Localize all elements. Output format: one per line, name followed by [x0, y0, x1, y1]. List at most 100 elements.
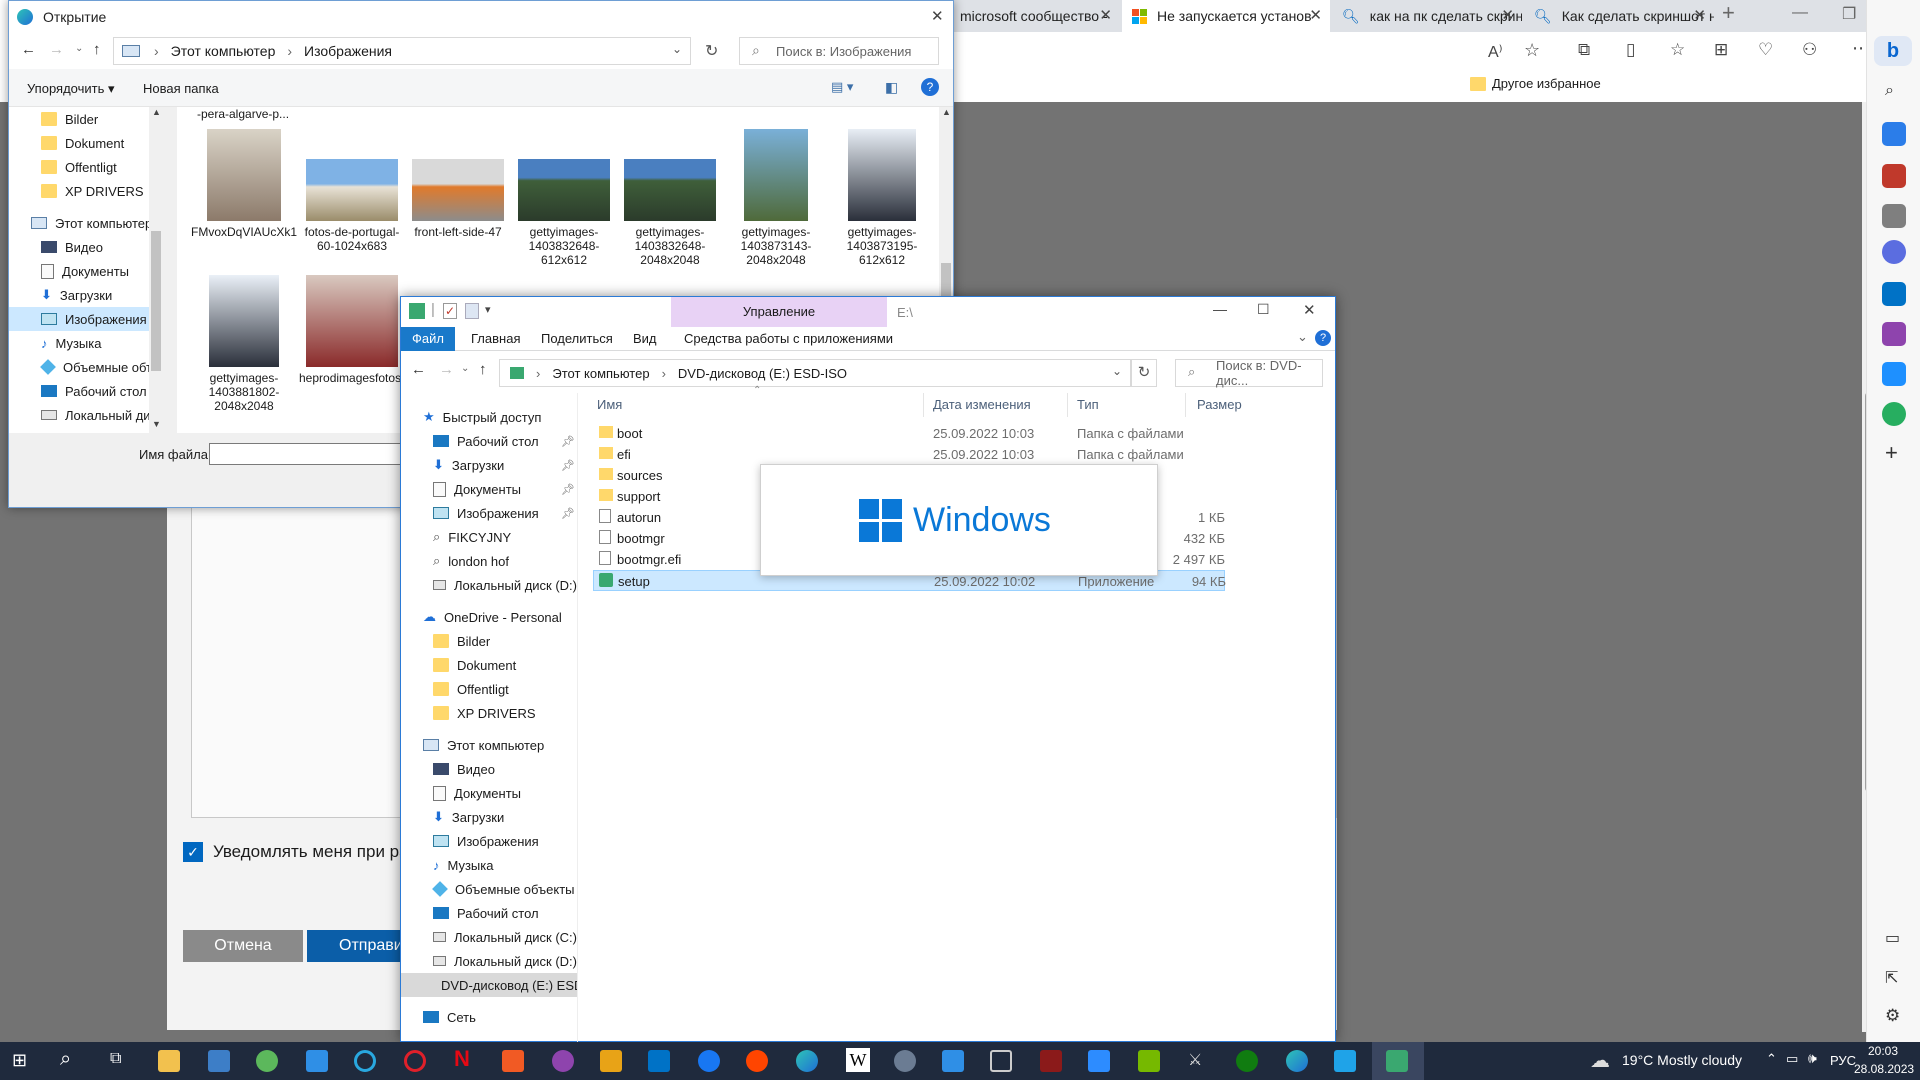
scrollbar-thumb[interactable] [151, 231, 161, 371]
tab-home[interactable]: Главная [471, 331, 520, 346]
nav-item[interactable]: Объемные объ [40, 355, 161, 379]
nav-item[interactable]: Локальный диск (D:) [433, 573, 577, 597]
thumbnail-item[interactable]: gettyimages-1403832648-612x612 [511, 129, 617, 267]
outlook-icon[interactable] [648, 1050, 670, 1072]
thumbnail-item[interactable]: front-left-side-47 [405, 129, 511, 239]
up-arrow-icon[interactable]: ↑ [479, 361, 487, 378]
microsoft-365-icon[interactable] [1882, 240, 1906, 264]
minimize-icon[interactable]: — [1792, 4, 1808, 22]
browser-tab[interactable]: 🔍︎ как на пк сделать скрин ✕ [1332, 0, 1522, 32]
utorrent-icon[interactable] [256, 1050, 278, 1072]
nvidia-icon[interactable] [1138, 1050, 1160, 1072]
sidebar-layout-icon[interactable]: ▭ [1885, 928, 1900, 948]
opera-icon[interactable] [404, 1050, 426, 1072]
column-name[interactable]: Имя [597, 397, 622, 412]
thumbnail-item[interactable]: gettyimages-1403873195-612x612 [829, 129, 935, 267]
clock-date[interactable]: 28.08.2023 [1854, 1062, 1914, 1076]
game-icon[interactable] [1040, 1050, 1062, 1072]
thumbnail-item[interactable]: fotos-de-portugal-60-1024x683 [299, 129, 405, 253]
tab-file[interactable]: Файл [401, 327, 455, 351]
wikipedia-icon[interactable]: W [846, 1048, 870, 1072]
nav-item[interactable]: Bilder [433, 629, 577, 653]
notify-checkbox-row[interactable]: ✓ Уведомлять меня при раз [183, 842, 416, 862]
photos-icon[interactable] [1334, 1050, 1356, 1072]
nav-item[interactable]: Bilder [41, 107, 161, 131]
edge-active-icon[interactable] [1286, 1050, 1308, 1072]
new-folder-icon[interactable] [465, 303, 479, 319]
new-folder-button[interactable]: Новая папка [143, 81, 219, 96]
up-arrow-icon[interactable]: ↑ [93, 41, 101, 58]
nav-item[interactable]: Локальный диск (D:) [433, 949, 577, 973]
thumbnail-item[interactable]: FMvoxDqVIAUcXk1 [191, 129, 297, 239]
nav-item[interactable]: XP DRIVERS [433, 701, 577, 725]
nav-item[interactable]: Dokument [41, 131, 161, 155]
nav-item[interactable]: Документы [433, 781, 577, 805]
chevron-down-icon[interactable]: ⌄ [1112, 364, 1122, 378]
back-arrow-icon[interactable]: ← [411, 361, 426, 378]
help-icon[interactable]: ? [921, 78, 939, 96]
calendar-icon[interactable] [306, 1050, 328, 1072]
view-options-icon[interactable]: ▤ ▾ [831, 79, 853, 95]
thumbnail-item[interactable]: heprodimagesfotos85120120725nemec1jpg [299, 275, 533, 385]
browser-tab[interactable]: microsoft сообщество - ✕ [950, 0, 1120, 32]
nav-item-selected[interactable]: Изображения [9, 307, 161, 331]
nav-item[interactable]: ⌕ london hof [433, 549, 577, 573]
outlook-icon[interactable] [1882, 282, 1906, 306]
nav-item[interactable]: Рабочий стол [41, 379, 161, 403]
app-icon[interactable] [894, 1050, 916, 1072]
read-aloud-icon[interactable]: A⁾ [1488, 42, 1503, 62]
add-icon[interactable]: + [1885, 440, 1898, 466]
pin-icon[interactable]: 📌︎ [561, 435, 575, 448]
column-size[interactable]: Размер [1197, 397, 1242, 412]
amazon-icon[interactable] [600, 1050, 622, 1072]
breadcrumb[interactable]: › Этот компьютер › DVD-дисковод (E:) ESD… [499, 359, 1131, 387]
split-screen-icon[interactable]: ▯ [1626, 40, 1635, 60]
nav-item[interactable]: Объемные объекты [432, 877, 577, 901]
nav-item[interactable]: ♪ Музыка [433, 853, 577, 877]
nav-item[interactable]: ⬇ Загрузки 📌︎ [433, 453, 577, 477]
browser-tab[interactable]: 🔍︎ Как сделать скриншот н ✕ [1524, 0, 1714, 32]
close-icon[interactable]: ✕ [1099, 6, 1112, 24]
weather-cloud-icon[interactable]: ☁ [1590, 1048, 1610, 1073]
minimize-icon[interactable]: — [1213, 301, 1227, 317]
breadcrumb[interactable]: › Этот компьютер › Изображения ⌄ [113, 37, 691, 65]
remote-desktop-icon[interactable] [942, 1050, 964, 1072]
breadcrumb-item[interactable]: Изображения [304, 43, 392, 59]
checkbox-checked-icon[interactable]: ✓ [183, 842, 203, 862]
nav-item-this-pc[interactable]: Этот компьютер [31, 211, 161, 235]
show-hidden-icons-icon[interactable]: ⌃ [1766, 1051, 1777, 1067]
app-icon[interactable] [552, 1050, 574, 1072]
nav-this-pc[interactable]: Этот компьютер [423, 733, 577, 757]
breadcrumb-item[interactable]: Этот компьютер [171, 43, 276, 59]
thumbnail-item[interactable]: gettyimages-1403881802-2048x2048 [191, 275, 297, 413]
nav-item[interactable]: Документы [41, 259, 161, 283]
close-icon[interactable]: ✕ [1693, 6, 1706, 24]
bing-chat-icon[interactable]: b [1874, 36, 1912, 66]
network-icon[interactable]: ▭ [1786, 1051, 1798, 1067]
chevron-down-icon[interactable]: ⌄ [461, 363, 469, 374]
tab-app-tools[interactable]: Средства работы с приложениями [684, 331, 893, 346]
nav-item[interactable]: XP DRIVERS [41, 179, 161, 203]
settings-gear-icon[interactable]: ⚙ [1885, 1006, 1900, 1026]
collections-icon[interactable]: ⊞ [1714, 40, 1728, 60]
facebook-icon[interactable] [698, 1050, 720, 1072]
column-type[interactable]: Тип [1077, 397, 1099, 412]
profile-icon[interactable]: ⚇ [1802, 40, 1817, 60]
file-row[interactable]: boot 25.09.2022 10:03 Папка с файлами [593, 423, 1225, 444]
tab-view[interactable]: Вид [633, 331, 657, 346]
nav-item[interactable]: Изображения [433, 829, 577, 853]
open-external-icon[interactable]: ⇱ [1885, 968, 1898, 988]
pin-icon[interactable]: 📌︎ [561, 507, 575, 520]
new-tab-icon[interactable]: + [1722, 0, 1735, 26]
browser-tab-active[interactable]: Не запускается установ ✕ [1122, 0, 1330, 32]
close-icon[interactable]: ✕ [1501, 6, 1514, 24]
nav-item[interactable]: Документы 📌︎ [433, 477, 577, 501]
start-windows-icon[interactable]: ⊞ [12, 1050, 27, 1071]
nav-onedrive[interactable]: ☁ OneDrive - Personal [423, 605, 577, 629]
breadcrumb-item[interactable]: DVD-дисковод (E:) ESD-ISO [678, 366, 847, 381]
nav-item[interactable]: Локальный дис [41, 403, 161, 427]
nav-network[interactable]: Сеть [423, 1005, 577, 1029]
search-icon[interactable]: ⌕ [1885, 82, 1894, 100]
restore-icon[interactable]: ❐ [1842, 4, 1856, 24]
properties-icon[interactable]: ✓ [443, 303, 457, 319]
